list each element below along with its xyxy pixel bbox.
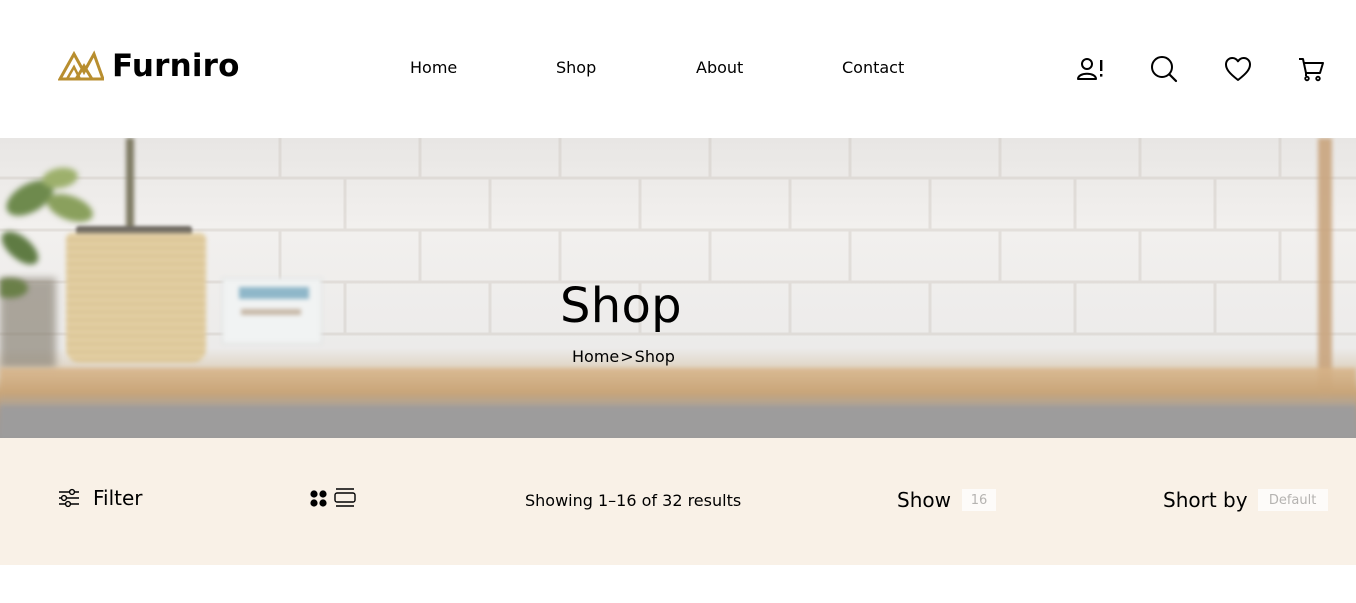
hero-banner: Shop Home > Shop [0, 138, 1356, 438]
show-count-input[interactable]: 16 [961, 489, 996, 511]
shop-toolbar: Filter Showing 1–16 of 32 results Show 1… [0, 438, 1356, 565]
grid-view-icon[interactable] [309, 488, 329, 508]
show-label: Show [897, 488, 951, 512]
sort-select[interactable]: Default [1257, 489, 1328, 511]
list-view-icon[interactable] [333, 487, 357, 509]
show-count-control: Show 16 [897, 488, 996, 512]
breadcrumb-home-link[interactable]: Home [572, 347, 619, 366]
sort-control: Short by Default [1163, 488, 1328, 512]
header-icons [0, 54, 1356, 84]
search-icon[interactable] [1149, 54, 1179, 84]
cart-icon[interactable] [1296, 54, 1326, 84]
site-header: Furniro Home Shop About Contact [0, 0, 1356, 138]
view-toggle [309, 487, 357, 509]
breadcrumb-separator: > [620, 347, 634, 366]
breadcrumb-current: Shop [634, 347, 675, 366]
account-alert-icon[interactable] [1076, 54, 1106, 84]
wood-frame-decoration [1318, 138, 1332, 400]
plant-pot [66, 233, 206, 363]
breadcrumb: Home > Shop [572, 347, 675, 366]
sliders-icon [59, 488, 79, 508]
wood-shelf [0, 368, 1356, 408]
filter-button[interactable]: Filter [58, 486, 143, 510]
filter-label: Filter [93, 486, 143, 510]
shelf-shadow [0, 406, 1356, 438]
shelf-card-decoration [222, 278, 322, 344]
sort-label: Short by [1163, 488, 1248, 512]
results-count: Showing 1–16 of 32 results [525, 491, 742, 510]
plant-stem-decoration [126, 138, 134, 230]
heart-icon[interactable] [1223, 54, 1253, 84]
page-title: Shop [560, 278, 682, 334]
content-area [0, 565, 1356, 603]
